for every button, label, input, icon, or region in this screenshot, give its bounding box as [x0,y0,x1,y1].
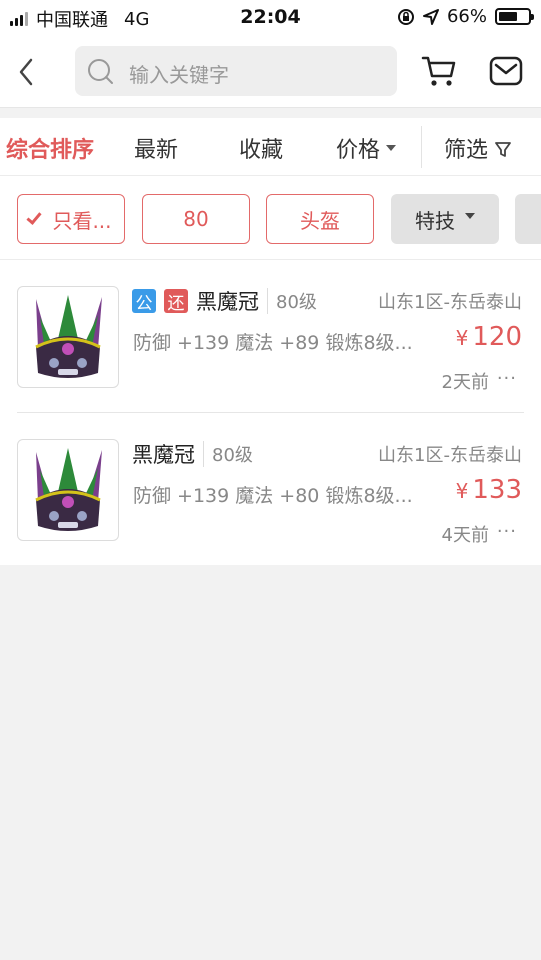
filter-chip-label: 只看... [52,208,112,233]
helmet-image [35,295,102,378]
item-stats: 防御 +139 魔法 +80 锻炼8级... [133,485,413,507]
item-list: 公 还 黑魔冠 80级 山东1区-东岳泰山 防御 +139 魔法 +89 锻炼8… [0,260,541,565]
item-level: 80级 [203,441,253,467]
tag-return: 还 [164,289,188,314]
filter-chip-label: 80 [183,207,209,231]
tab-latest[interactable]: 最新 [134,132,178,164]
tab-filter-label: 筛选 [444,138,489,163]
filter-chip-only-view[interactable]: 只看... [17,194,125,244]
top-bar: 输入关键字 [0,36,541,108]
currency-symbol: ¥ [455,326,469,350]
divider [421,126,422,168]
currency-symbol: ¥ [455,479,469,503]
tab-price[interactable]: 价格 [336,132,397,164]
item-image [17,286,119,388]
search-icon [88,59,113,84]
item-image [17,439,119,541]
item-level: 80级 [267,288,317,314]
item-server: 山东1区-东岳泰山 [378,445,522,466]
tab-composite-sort[interactable]: 综合排序 [6,132,94,164]
tab-favorites[interactable]: 收藏 [239,132,283,164]
item-title-line: 公 还 黑魔冠 80级 [132,286,317,316]
search-box[interactable]: 输入关键字 [75,46,397,96]
price-value: 120 [472,322,522,352]
item-name: 黑魔冠 [196,290,259,314]
tab-price-label: 价格 [336,138,381,163]
filter-chip-label: 特技 [415,208,455,233]
filter-chip-level[interactable]: 80 [142,194,250,244]
back-arrow-icon[interactable] [14,54,38,90]
battery-percent: 66% [446,6,487,27]
list-item[interactable]: 公 还 黑魔冠 80级 山东1区-东岳泰山 防御 +139 魔法 +89 锻炼8… [0,260,541,413]
price-value: 133 [472,475,522,505]
status-bar: 中国联通 4G 22:04 66% [0,0,541,36]
filter-chip-more[interactable] [515,194,541,244]
item-time: 4天前 [441,525,489,546]
caret-down-icon [465,213,475,219]
caret-down-icon [386,145,397,151]
status-right: 66% [397,6,534,27]
item-price: ¥133 [456,475,522,505]
item-price: ¥120 [456,322,522,352]
rotation-lock-icon [397,8,414,25]
sort-bar: 综合排序 最新 收藏 价格 筛选 [0,118,541,176]
cart-icon[interactable] [421,54,457,88]
filter-bar: 只看... 80 头盔 特技 [0,176,541,260]
more-options-icon[interactable]: ··· [497,521,517,542]
list-item[interactable]: 黑魔冠 80级 山东1区-东岳泰山 防御 +139 魔法 +80 锻炼8级...… [0,413,541,565]
filter-icon [495,142,511,157]
filter-chip-skill[interactable]: 特技 [391,194,499,244]
mail-icon[interactable] [489,56,523,86]
item-name: 黑魔冠 [132,443,195,467]
item-server: 山东1区-东岳泰山 [378,292,522,313]
filter-chip-helmet[interactable]: 头盔 [266,194,374,244]
tag-public: 公 [132,289,156,314]
location-arrow-icon [422,8,439,25]
item-time: 2天前 [441,372,489,393]
item-stats: 防御 +139 魔法 +89 锻炼8级... [133,332,413,354]
more-options-icon[interactable]: ··· [497,368,517,389]
battery-icon [495,8,534,25]
tab-filter[interactable]: 筛选 [444,132,512,164]
search-input[interactable]: 输入关键字 [129,59,229,88]
checkmark-icon [26,209,43,225]
filter-chip-label: 头盔 [300,208,340,233]
helmet-image [35,448,102,531]
item-title-line: 黑魔冠 80级 [132,439,253,469]
